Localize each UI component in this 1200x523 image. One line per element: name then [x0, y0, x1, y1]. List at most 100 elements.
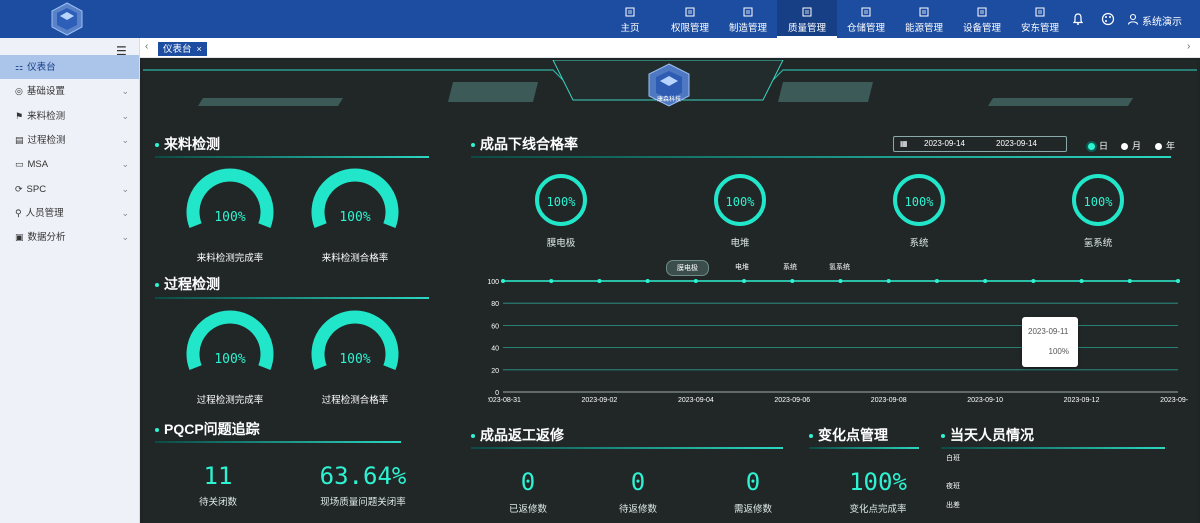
data-point: [549, 279, 554, 283]
nav-item-1[interactable]: 权限管理: [660, 0, 720, 38]
yield-ring-label: 电堆: [730, 238, 750, 249]
tab-scroll-right-icon[interactable]: ›: [1187, 41, 1190, 52]
palette-icon[interactable]: [1101, 12, 1115, 26]
data-point: [597, 279, 602, 283]
y-tick-label: 0: [495, 390, 499, 397]
section-title-yield: 成品下线合格率: [471, 134, 578, 154]
tooltip-date: 2023-09-11: [1028, 327, 1069, 336]
data-point: [1127, 279, 1132, 283]
section-divider: [155, 156, 429, 158]
data-point: [983, 279, 988, 283]
sidebar-item-label: 数据分析: [27, 232, 66, 244]
top-navigation-bar: 主页 权限管理 制造管理 质量管理 仓储管理 能源管理 设备管理 安东管理 系统演示: [0, 0, 1200, 38]
date-end[interactable]: 2023-09-14: [996, 137, 1037, 151]
period-radio-2[interactable]: 年: [1155, 139, 1175, 152]
date-range-picker[interactable]: ▦ 2023-09-14 2023-09-14: [893, 136, 1067, 152]
section-title-text: 成品下线合格率: [480, 136, 578, 152]
section-title-incoming: 来料检测: [155, 134, 220, 154]
date-start[interactable]: 2023-09-14: [924, 137, 965, 151]
sidebar-item-3[interactable]: ▤ 过程检测 ⌄: [0, 128, 139, 152]
sidebar-item-1[interactable]: ◎ 基础设置 ⌄: [0, 79, 139, 103]
chevron-down-icon[interactable]: ⌄: [121, 177, 129, 201]
center-logo-text: 康森科技: [657, 97, 682, 103]
chevron-down-icon[interactable]: ⌄: [121, 225, 129, 249]
radio-dot: [1155, 143, 1162, 151]
y-tick-label: 40: [491, 346, 499, 353]
warehouse-icon: [861, 7, 871, 17]
tab-dashboard[interactable]: 仪表台 ×: [158, 42, 207, 56]
sidebar-item-5[interactable]: ⟳ SPC ⌄: [0, 177, 139, 201]
nav-item-6[interactable]: 设备管理: [952, 0, 1012, 38]
rework-done-label: 已返修数: [508, 504, 547, 515]
pqcp-open-label: 待关闭数: [198, 497, 237, 508]
chart-legend-item-2[interactable]: 系统: [783, 262, 797, 272]
section-divider: [155, 297, 429, 299]
monitor-icon: ▭: [15, 159, 24, 170]
nav-item-0[interactable]: 主页: [600, 0, 660, 38]
nav-item-7[interactable]: 安东管理: [1010, 0, 1070, 38]
yield-ring-value: 100%: [1083, 195, 1113, 209]
sidebar-item-2[interactable]: ⚑ 来料检测 ⌄: [0, 104, 139, 128]
nav-label: 主页: [620, 23, 640, 34]
dashboard-icon: ⚏: [15, 62, 24, 72]
radio-label: 月: [1132, 141, 1142, 151]
section-title-text: 变化点管理: [818, 427, 888, 443]
data-point: [1176, 279, 1180, 283]
gauge-value: 100%: [214, 210, 246, 225]
radio-label: 日: [1099, 141, 1109, 151]
chevron-down-icon[interactable]: ⌄: [121, 104, 129, 128]
chevron-down-icon[interactable]: ⌄: [121, 128, 129, 152]
yield-line-chart: 0 20 40 60 80 100 2023-08-31 2023-09-02 2023-09-…: [488, 279, 1188, 404]
tooltip-value: 100%: [1048, 347, 1069, 356]
nav-item-3[interactable]: 质量管理: [777, 0, 837, 38]
yield-ring-label: 膜电极: [546, 238, 576, 249]
sidebar-item-label: 仪表台: [27, 62, 56, 73]
sidebar-item-label: 基础设置: [26, 86, 65, 98]
chevron-down-icon[interactable]: ⌄: [121, 201, 129, 225]
document-icon: [685, 7, 695, 17]
nav-item-4[interactable]: 仓储管理: [836, 0, 896, 38]
chart-legend-item-3[interactable]: 氢系统: [829, 262, 850, 272]
radio-dot: [1088, 143, 1095, 151]
data-point: [501, 279, 505, 283]
data-point: [838, 279, 843, 283]
pqcp-open-count: 11: [203, 462, 233, 490]
data-point: [1031, 279, 1036, 283]
sidebar-item-6[interactable]: ⚲ 人员管理 ⌄: [0, 201, 139, 225]
sidebar-item-0[interactable]: ⚏ 仪表台: [0, 55, 139, 79]
sidebar-item-7[interactable]: ▣ 数据分析 ⌄: [0, 225, 139, 249]
nav-item-5[interactable]: 能源管理: [894, 0, 954, 38]
radio-label: 年: [1166, 141, 1176, 151]
tab-close-icon[interactable]: ×: [197, 44, 202, 54]
staff-business-trip: 出差: [946, 502, 960, 509]
data-point: [645, 279, 650, 283]
document-icon: [977, 7, 987, 17]
chevron-down-icon[interactable]: ⌄: [121, 152, 129, 176]
user-icon[interactable]: [1127, 13, 1139, 25]
sidebar-item-label: 过程检测: [27, 134, 66, 146]
sidebar-item-label: MSA: [27, 159, 49, 171]
data-point: [742, 279, 747, 283]
sidebar-item-4[interactable]: ▭ MSA ⌄: [0, 152, 139, 176]
section-title-change: 变化点管理: [809, 425, 888, 445]
chart-legend-item-1[interactable]: 电堆: [735, 262, 749, 272]
chevron-down-icon[interactable]: ⌄: [121, 79, 129, 103]
nav-item-2[interactable]: 制造管理: [718, 0, 778, 38]
bell-icon[interactable]: [1071, 12, 1085, 26]
sidebar-item-label: SPC: [26, 183, 47, 195]
calendar-icon: ▦: [900, 139, 908, 148]
period-radio-0[interactable]: 日: [1088, 139, 1108, 152]
yield-ring-label: 系统: [909, 238, 929, 249]
user-name[interactable]: 系统演示: [1142, 13, 1182, 28]
nav-label: 能源管理: [904, 23, 943, 34]
alarm-icon: [1035, 7, 1045, 17]
period-radio-1[interactable]: 月: [1121, 139, 1141, 152]
y-tick-label: 20: [491, 368, 499, 375]
yield-ring-value: 100%: [904, 195, 934, 209]
section-title-pqcp: PQCP问题追踪: [155, 419, 260, 439]
tab-scroll-left-icon[interactable]: ‹: [145, 41, 148, 52]
nav-label: 制造管理: [728, 23, 767, 34]
x-tick-label: 2023-09-14: [1160, 397, 1188, 404]
yield-ring-value: 100%: [546, 195, 576, 209]
radio-dot: [1121, 143, 1128, 151]
